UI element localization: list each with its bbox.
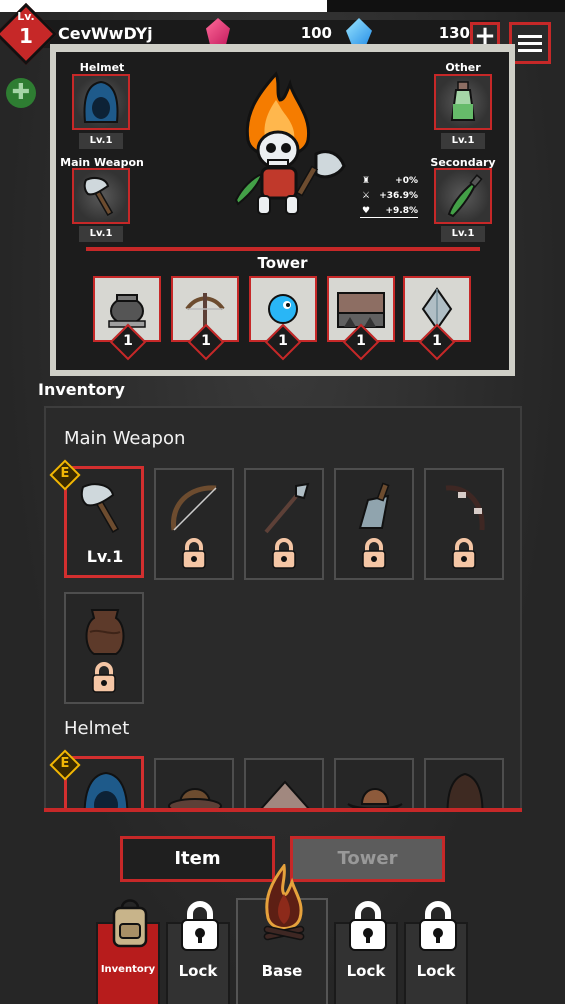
helmet-slot[interactable] [72,74,130,130]
urn-icon [85,609,125,655]
lock-icon [349,901,387,951]
item-card[interactable] [424,758,504,808]
equipped-badge-text: E [60,756,70,771]
cleaver-icon [358,482,390,529]
menu-button[interactable] [509,22,551,64]
heart-icon: ♥ [361,206,371,216]
item-card-locked[interactable] [244,468,324,580]
category-title-helmet: Helmet [64,718,130,739]
item-card-locked[interactable] [424,468,504,580]
item-card-locked[interactable] [64,592,144,704]
inventory-bottom-border [44,808,522,812]
tower-count: 1 [432,333,442,349]
lock-icon [362,538,386,569]
blue-gem-count: 130 [438,24,470,42]
nav-locked[interactable]: Lock [404,901,468,1004]
stat-row: ♜ +0% [360,176,418,186]
lock-icon [452,538,476,569]
campfire-icon [263,864,305,941]
stat-row: ♥ +9.8% [360,206,418,218]
tower-title: Tower [257,254,308,272]
tower-count: 1 [123,333,133,349]
tower-divider [86,247,480,251]
backpack-icon [112,899,148,948]
inventory-panel[interactable]: Main Weapon Lv.1 Helmet [44,406,522,810]
item-card[interactable] [244,758,324,808]
nav-base[interactable]: Base [236,864,328,1004]
tab-tower[interactable]: Tower [290,836,445,882]
other-slot[interactable] [434,74,492,130]
flame-skull-character [234,71,346,215]
secondary-slot[interactable] [434,168,492,224]
bow-icon [171,485,217,531]
main-weapon-slot-level: Lv.1 [79,226,123,242]
stat-value: +0% [395,176,418,186]
spear-icon [264,482,310,534]
dark-hood-icon [446,772,484,808]
nav-locked[interactable]: Lock [166,901,230,1004]
nav-lock-label: Lock [416,962,456,980]
top-strip-right [327,0,565,12]
main-weapon-slot[interactable] [72,168,130,224]
level-number: 1 [19,24,33,48]
helmet-slot-level: Lv.1 [79,133,123,149]
nav-lock-label: Lock [346,962,386,980]
wrapped-bow-icon [445,485,485,531]
item-level: Lv.1 [86,547,124,566]
other-slot-label: Other [445,61,481,74]
brown-hat-icon [168,788,222,808]
equipped-badge-text: E [60,466,70,481]
item-card-equipped[interactable]: Lv.1 [64,466,144,578]
tower-count: 1 [356,333,366,349]
item-card-locked[interactable] [154,468,234,580]
blue-hood-icon [83,771,129,808]
green-dagger-icon [447,174,483,218]
nav-base-label: Base [261,962,303,980]
stat-row: ⚔ +36.9% [360,191,418,201]
lock-icon [182,538,206,569]
secondary-slot-level: Lv.1 [441,226,485,242]
tower-icon: ♜ [361,176,371,186]
tab-item[interactable]: Item [120,836,275,882]
player-name[interactable]: CevWwDYj [58,24,153,43]
item-card[interactable] [154,758,234,808]
lock-icon [92,662,116,693]
item-card[interactable] [334,758,414,808]
straw-hat-icon [260,780,310,808]
swords-icon: ⚔ [361,191,371,201]
stats-list: ♜ +0% ⚔ +36.9% ♥ +9.8% [360,176,418,218]
gear-icon[interactable]: ✚ [6,78,36,108]
nav-lock-label: Lock [178,962,218,980]
tower-count: 1 [201,333,211,349]
nav-inventory[interactable]: Inventory [96,899,160,1004]
category-title-main-weapon: Main Weapon [64,428,186,449]
stat-value: +36.9% [379,191,418,201]
stat-value: +9.8% [385,206,418,216]
item-card-locked[interactable] [334,468,414,580]
nav-inventory-label: Inventory [100,964,156,975]
axe-icon [80,483,120,533]
potion-icon [450,81,476,121]
lock-icon [181,901,219,951]
other-slot-level: Lv.1 [441,133,485,149]
lock-icon [272,538,296,569]
level-label: Lv. [17,10,35,23]
blue-hood-icon [83,80,119,123]
lock-icon [419,901,457,951]
nav-locked[interactable]: Lock [334,901,398,1004]
helmet-slot-label: Helmet [79,61,125,74]
inventory-title: Inventory [38,380,125,399]
cowboy-hat-icon [347,788,403,808]
top-strip-left [0,0,327,12]
tower-count: 1 [278,333,288,349]
red-gem-count: 100 [300,24,332,42]
menu-icon [518,34,542,38]
axe-icon [83,177,114,217]
